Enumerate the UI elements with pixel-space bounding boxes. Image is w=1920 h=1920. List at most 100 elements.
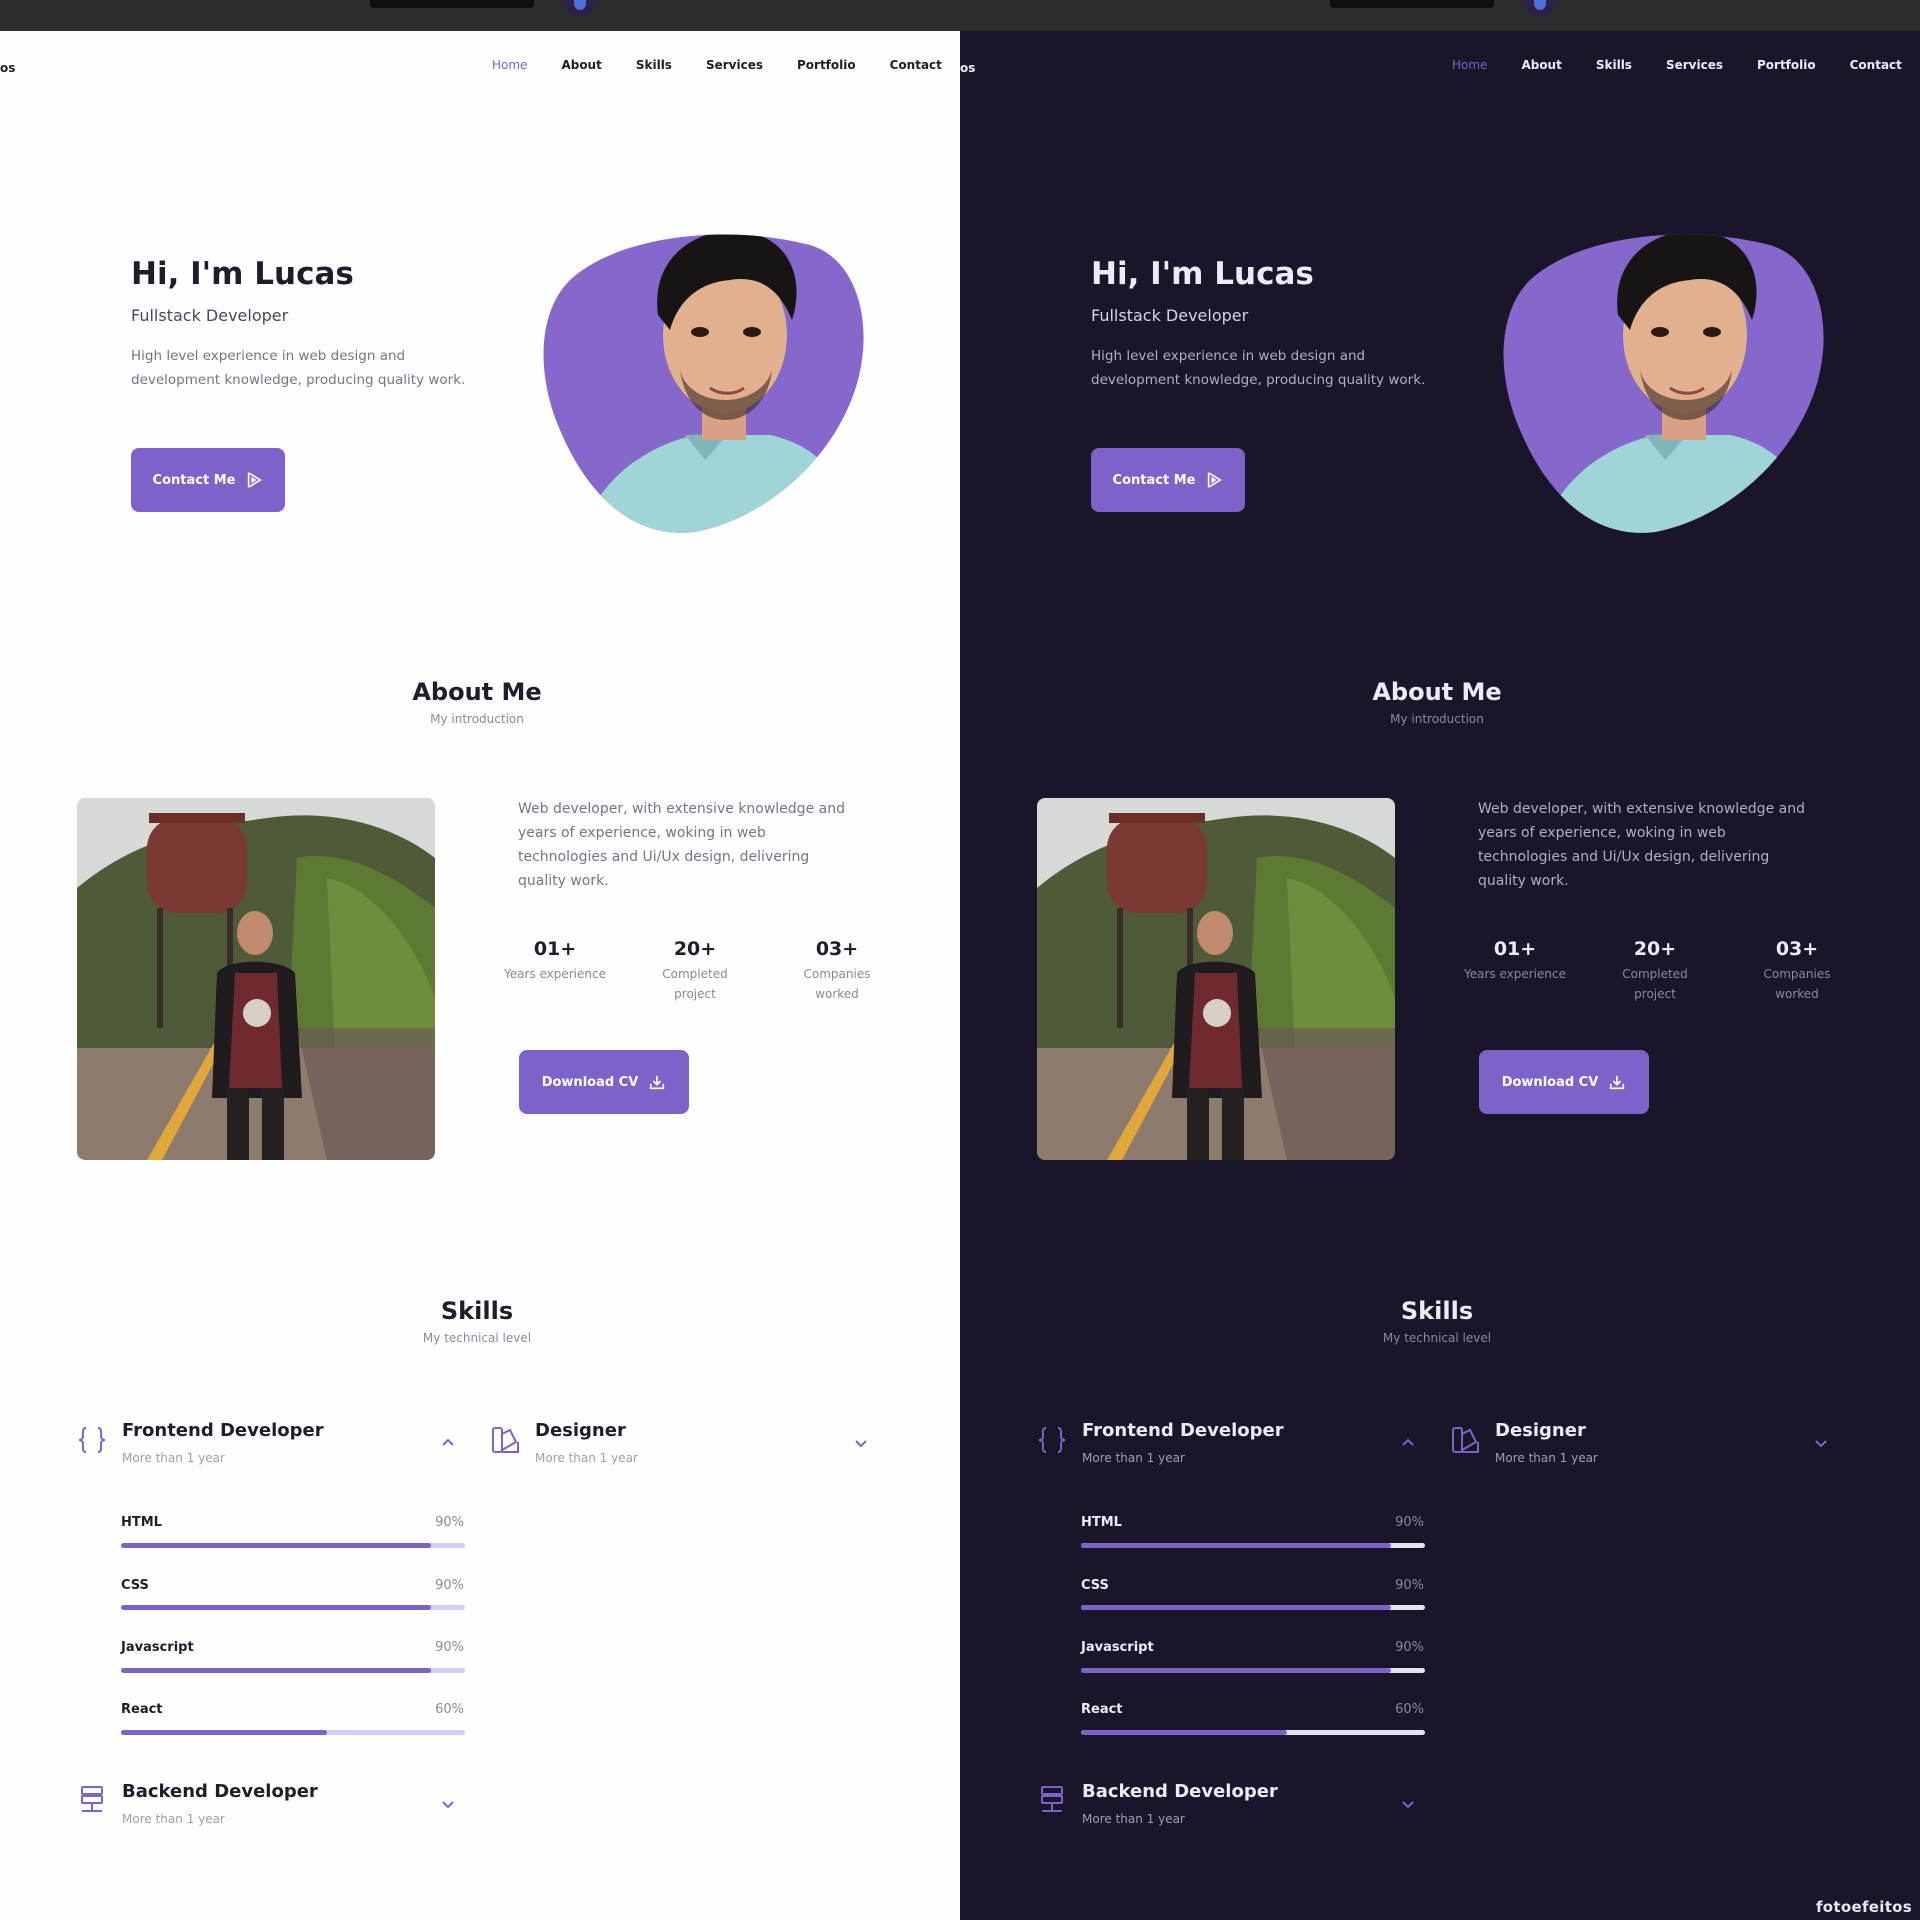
- swatchbook-icon: [492, 1427, 519, 1453]
- skill-progress-track: [1081, 1668, 1425, 1673]
- about-description: Web developer, with extensive knowledge …: [518, 801, 845, 889]
- skill-item-percent: 90%: [435, 1640, 464, 1655]
- stat-projects-value: 20+: [673, 938, 717, 960]
- stat-projects: 20+ Completed project: [1600, 938, 1710, 1004]
- skill-progress-fill: [1081, 1543, 1391, 1548]
- nav-services[interactable]: Services: [1666, 58, 1723, 72]
- stat-projects-value: 20+: [1633, 938, 1677, 960]
- skill-progress-fill: [1081, 1730, 1288, 1735]
- hero-title: Hi, I'm Lucas: [131, 256, 354, 292]
- skill-item-percent: 90%: [435, 1515, 464, 1530]
- stat-projects: 20+ Completed project: [640, 938, 750, 1004]
- chevron-down-icon[interactable]: [1812, 1434, 1830, 1452]
- nav-contact[interactable]: Contact: [890, 58, 942, 72]
- nav-about[interactable]: About: [1521, 58, 1561, 72]
- nav-portfolio[interactable]: Portfolio: [797, 58, 856, 72]
- hero-subtitle: Fullstack Developer: [1091, 306, 1249, 325]
- skill-progress-fill: [121, 1543, 431, 1548]
- nav-contact[interactable]: Contact: [1850, 58, 1902, 72]
- skill-group-years: More than 1 year: [1082, 1451, 1185, 1465]
- stat-companies-value: 03+: [1775, 938, 1819, 960]
- download-icon: [1610, 1075, 1625, 1090]
- chevron-up-icon[interactable]: [439, 1434, 457, 1452]
- skills-title: Skills: [440, 1297, 514, 1325]
- skill-group-name: Frontend Developer: [1082, 1420, 1284, 1441]
- nav-portfolio[interactable]: Portfolio: [1757, 58, 1816, 72]
- skill-group-years: More than 1 year: [1082, 1812, 1185, 1826]
- profile-avatar: [543, 234, 864, 533]
- nav-about[interactable]: About: [561, 58, 601, 72]
- contact-me-button[interactable]: Contact Me: [1091, 448, 1245, 512]
- hero-title: Hi, I'm Lucas: [1091, 256, 1314, 292]
- skill-progress-track: [1081, 1730, 1425, 1735]
- about-title: About Me: [1372, 678, 1502, 706]
- chevron-up-icon[interactable]: [1399, 1434, 1417, 1452]
- nav-home[interactable]: Home: [1452, 58, 1487, 72]
- browser-top-bar: [0, 0, 960, 31]
- watermark: fotoefeitos: [1815, 1898, 1912, 1916]
- skill-item-name: CSS: [121, 1578, 149, 1593]
- nav-home[interactable]: Home: [492, 58, 527, 72]
- nav-skills[interactable]: Skills: [636, 58, 672, 72]
- about-photo: [77, 798, 435, 1160]
- skill-item-name: Javascript: [121, 1640, 194, 1655]
- skill-item-percent: 90%: [435, 1578, 464, 1593]
- about-description: Web developer, with extensive knowledge …: [1478, 801, 1805, 889]
- stat-years: 01+ Years experience: [1460, 938, 1570, 984]
- hero-subtitle: Fullstack Developer: [131, 306, 289, 325]
- skill-progress-track: [1081, 1605, 1425, 1610]
- about-photo: [1037, 798, 1395, 1160]
- contact-me-label: Contact Me: [1112, 472, 1196, 488]
- download-cv-label: Download CV: [541, 1074, 639, 1090]
- skill-group-name: Backend Developer: [122, 1781, 318, 1802]
- skill-group-name: Designer: [1495, 1420, 1586, 1441]
- skill-progress-fill: [1081, 1605, 1391, 1610]
- skill-group-years: More than 1 year: [1495, 1451, 1598, 1465]
- profile-avatar: [1503, 234, 1824, 533]
- nav-services[interactable]: Services: [706, 58, 763, 72]
- send-icon: [248, 472, 263, 488]
- skill-group-name: Backend Developer: [1082, 1781, 1278, 1802]
- skill-progress-track: [121, 1543, 465, 1548]
- stat-companies: 03+ Companies worked: [782, 938, 892, 1004]
- site-logo[interactable]: os: [960, 61, 975, 75]
- swatchbook-icon: [1452, 1427, 1479, 1453]
- contact-me-label: Contact Me: [152, 472, 236, 488]
- skill-item-name: React: [1081, 1702, 1123, 1717]
- stat-years-value: 01+: [533, 938, 577, 960]
- stat-projects-label: Completed project: [662, 967, 728, 1001]
- chevron-down-icon[interactable]: [852, 1434, 870, 1452]
- chevron-down-icon[interactable]: [439, 1795, 457, 1813]
- nav-skills[interactable]: Skills: [1596, 58, 1632, 72]
- skills-subtitle: My technical level: [422, 1331, 532, 1345]
- stat-years: 01+ Years experience: [500, 938, 610, 984]
- stat-projects-label: Completed project: [1622, 967, 1688, 1001]
- chevron-down-icon[interactable]: [1399, 1795, 1417, 1813]
- light-theme-panel: os Home About Skills Services Portfolio …: [0, 0, 960, 1920]
- stat-years-label: Years experience: [1464, 967, 1566, 981]
- skill-group-years: More than 1 year: [122, 1812, 225, 1826]
- download-cv-button[interactable]: Download CV: [519, 1050, 689, 1114]
- about-title: About Me: [412, 678, 542, 706]
- main-nav: Home About Skills Services Portfolio Con…: [492, 58, 942, 72]
- skills-title: Skills: [1400, 1297, 1474, 1325]
- hero-description: High level experience in web design and …: [1091, 348, 1426, 388]
- site-logo[interactable]: os: [0, 61, 15, 75]
- skill-item-percent: 90%: [1395, 1640, 1424, 1655]
- download-icon: [650, 1075, 665, 1090]
- main-nav: Home About Skills Services Portfolio Con…: [1452, 58, 1902, 72]
- braces-icon: [78, 1427, 106, 1453]
- skills-subtitle: My technical level: [1382, 1331, 1492, 1345]
- skill-group-name: Designer: [535, 1420, 626, 1441]
- contact-me-button[interactable]: Contact Me: [131, 448, 285, 512]
- stat-companies-label: Companies worked: [1763, 967, 1831, 1001]
- skill-item-name: CSS: [1081, 1578, 1109, 1593]
- about-subtitle: My introduction: [1390, 712, 1484, 726]
- browser-top-bar: [960, 0, 1920, 31]
- stat-years-label: Years experience: [504, 967, 606, 981]
- download-cv-label: Download CV: [1501, 1074, 1599, 1090]
- skill-item-percent: 90%: [1395, 1515, 1424, 1530]
- skill-progress-track: [121, 1605, 465, 1610]
- braces-icon: [1038, 1427, 1066, 1453]
- download-cv-button[interactable]: Download CV: [1479, 1050, 1649, 1114]
